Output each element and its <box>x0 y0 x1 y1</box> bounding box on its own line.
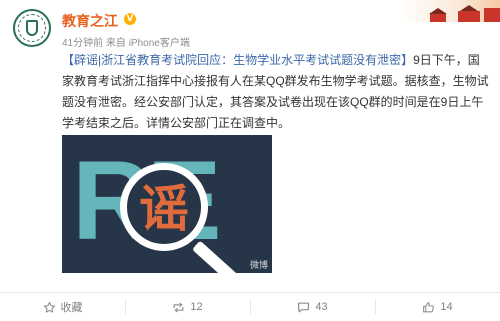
repost-icon <box>172 301 185 314</box>
weibo-post: 教育之江 V 41分钟前 来自 iPhone客户端 【辟谣|浙江省教育考试院回应… <box>0 0 500 321</box>
verified-badge-icon: V <box>124 13 136 25</box>
like-button[interactable]: 14 <box>375 293 500 321</box>
post-time[interactable]: 41分钟前 <box>62 38 103 49</box>
thumb-up-icon <box>422 301 435 314</box>
post-meta: 41分钟前 来自 iPhone客户端 <box>62 34 190 49</box>
like-count: 14 <box>440 301 453 313</box>
action-bar: 收藏 12 43 14 <box>0 293 500 321</box>
post-source[interactable]: iPhone客户端 <box>129 38 190 49</box>
header-banner <box>400 0 500 22</box>
source-prefix: 来自 <box>105 38 126 49</box>
star-icon <box>43 301 56 314</box>
post-image[interactable]: RE 谣 微博 <box>62 135 272 273</box>
image-lens-char: 谣 <box>139 180 189 238</box>
magnifier-handle <box>191 240 247 273</box>
image-watermark: 微博 <box>249 260 268 270</box>
avatar[interactable] <box>13 9 51 47</box>
topic-link[interactable]: 【辟谣|浙江省教育考试院回应：生物学业水平考试试题没有泄密】 <box>62 53 413 67</box>
post-content: 【辟谣|浙江省教育考试院回应：生物学业水平考试试题没有泄密】9日下午，国家教育考… <box>62 50 490 134</box>
favorite-button[interactable]: 收藏 <box>0 293 125 321</box>
comment-button[interactable]: 43 <box>250 293 375 321</box>
comment-icon <box>297 301 310 314</box>
comment-count: 43 <box>315 301 328 313</box>
repost-button[interactable]: 12 <box>125 293 250 321</box>
repost-count: 12 <box>190 301 203 313</box>
user-name-link[interactable]: 教育之江 <box>62 11 118 31</box>
favorite-label: 收藏 <box>60 302 83 314</box>
